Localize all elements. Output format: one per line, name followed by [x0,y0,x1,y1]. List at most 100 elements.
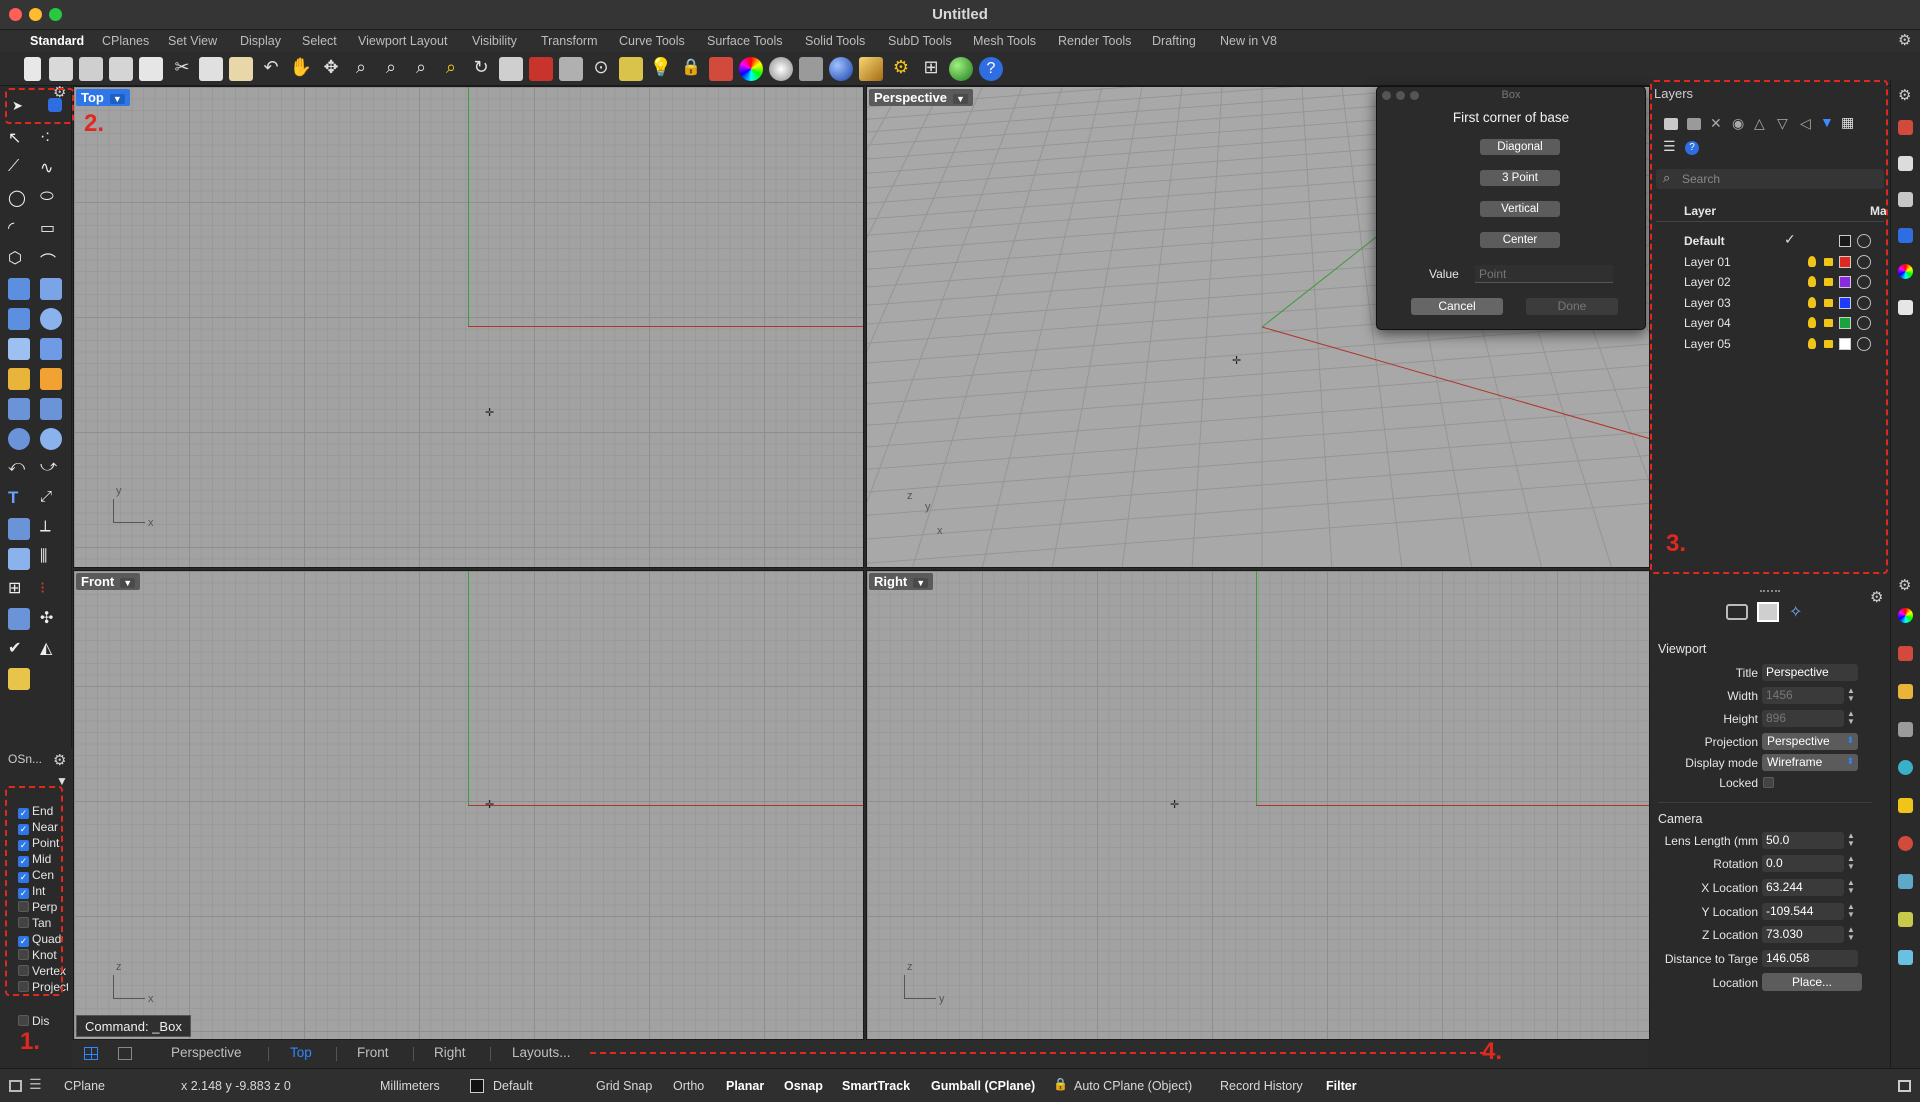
mesh-icon[interactable] [8,368,30,390]
ellipse-icon[interactable]: ⬭ [40,188,62,210]
panel-resize-handle[interactable] [1760,590,1780,593]
smarttrack-toggle[interactable]: SmartTrack [842,1079,910,1093]
auto-cplane-toggle[interactable]: Auto CPlane (Object) [1074,1079,1192,1093]
cut-icon[interactable]: ✂ [170,57,194,81]
list-icon[interactable]: ☰ [29,1076,42,1093]
extrude-icon[interactable] [40,338,62,360]
chevron-down-icon[interactable]: ▼ [953,94,968,104]
surface-edge-icon[interactable] [40,278,62,300]
tab-drafting[interactable]: Drafting [1152,34,1196,48]
fullscreen-toggle-icon[interactable] [1898,1080,1911,1092]
tab-curve-tools[interactable]: Curve Tools [619,34,685,48]
render-icon[interactable] [859,57,883,81]
right-strip-gear-icon[interactable]: ⚙ [1898,86,1911,104]
save-icon[interactable] [79,57,103,81]
cplane-indicator[interactable]: CPlane [64,1079,105,1093]
layout-icon[interactable]: ⫼ [40,548,62,570]
tab-viewport-layout[interactable]: Viewport Layout [358,34,447,48]
check-icon[interactable]: ✔ [8,638,30,660]
ortho-toggle[interactable]: Ortho [673,1079,704,1093]
osnap-gear-icon[interactable]: ⚙ [53,751,66,769]
camera-tab-icon[interactable] [1726,604,1748,620]
camera-icon[interactable]: ◭ [40,638,62,660]
offset-icon[interactable]: ⤺ [8,458,30,480]
sphere-solid-icon[interactable] [40,308,62,330]
current-layer-swatch[interactable] [470,1079,484,1093]
viewport-title-right[interactable]: Right ▼ [869,573,934,590]
trim-icon[interactable] [8,398,30,420]
tab-set-view[interactable]: Set View [168,34,217,48]
width-field[interactable]: 1456 [1762,687,1844,704]
tab-surface-tools[interactable]: Surface Tools [707,34,783,48]
planar-toggle[interactable]: Planar [726,1079,764,1093]
y-location-field[interactable]: -109.544 [1762,903,1844,920]
globe-icon[interactable] [949,57,973,81]
command-line[interactable]: Command: _Box [76,1015,191,1037]
tab-visibility[interactable]: Visibility [472,34,517,48]
tab-new-in-v8[interactable]: New in V8 [1220,34,1277,48]
title-field[interactable]: Perspective [1762,664,1858,681]
camera-tab-icon[interactable] [1898,722,1913,737]
paint-icon[interactable] [8,668,30,690]
new-file-icon[interactable] [24,57,41,81]
render-box-icon[interactable] [8,548,30,570]
zoom-icon[interactable]: ⌕ [349,57,373,81]
height-stepper-icon[interactable]: ▲ ▼ [1846,710,1856,726]
height-field[interactable]: 896 [1762,710,1844,727]
sidebar-toggle-icon[interactable] [9,1080,22,1092]
viewport-title-top[interactable]: Top ▼ [76,89,130,106]
circle-icon[interactable]: ◯ [8,188,30,210]
surface-icon[interactable] [8,278,30,300]
tab-display[interactable]: Display [240,34,281,48]
z-location-field[interactable]: 73.030 [1762,926,1844,943]
viewport-title-front[interactable]: Front ▼ [76,573,141,590]
filter-toggle[interactable]: Filter [1326,1079,1357,1093]
y-location-stepper-icon[interactable]: ▲ ▼ [1846,903,1856,919]
option-center-button[interactable]: Center [1480,232,1560,248]
tab-transform[interactable]: Transform [541,34,598,48]
rectangle-icon[interactable]: ▭ [40,218,62,240]
chevron-down-icon[interactable]: ▼ [120,578,136,588]
car-render-icon[interactable] [529,57,553,81]
lens-stepper-icon[interactable]: ▲ ▼ [1846,832,1856,848]
shade-icon[interactable] [769,57,793,81]
help-icon[interactable]: ? [979,57,1003,81]
option-3-point-button[interactable]: 3 Point [1480,170,1560,186]
group-icon[interactable] [40,428,62,450]
scale-icon[interactable]: ⤢ [40,488,62,510]
osnap-toggle[interactable]: Osnap [784,1079,823,1093]
viewport-top[interactable]: ✛ y x Top ▼ [73,86,864,568]
box-solid-icon[interactable] [8,308,30,330]
zoom-extents-icon[interactable]: ⌕ [409,57,433,81]
light-bulb-icon[interactable]: 💡 [649,57,673,81]
analyze-icon[interactable] [8,608,30,630]
copy-icon[interactable] [199,57,223,81]
dimension-icon[interactable]: ⊞ [919,57,943,81]
four-viewport-layout-icon[interactable] [84,1047,98,1060]
texture-tab-icon[interactable] [1898,912,1913,927]
locked-checkbox[interactable] [1763,777,1774,788]
four-views-icon[interactable] [499,57,523,81]
notes-tab-icon[interactable] [1898,300,1913,315]
viewport-title-perspective[interactable]: Perspective ▼ [869,89,973,106]
tab-mesh-tools[interactable]: Mesh Tools [973,34,1036,48]
tab-front[interactable]: Front [357,1045,389,1060]
display-mode-select[interactable]: Wireframe ⬍ [1762,754,1858,771]
z-location-stepper-icon[interactable]: ▲ ▼ [1846,926,1856,942]
zoom-window-icon[interactable]: ⌕ [379,57,403,81]
place-button[interactable]: Place... [1762,973,1862,991]
gumball-toggle[interactable]: Gumball (CPlane) [931,1079,1035,1093]
properties-gear-icon[interactable]: ⚙ [1870,588,1883,606]
undo-view-icon[interactable]: ↻ [469,57,493,81]
polyline-icon[interactable]: ⟋ [8,158,30,180]
display-tab-icon[interactable] [1898,192,1913,207]
chevron-down-icon[interactable]: ▼ [913,578,929,588]
tab-select[interactable]: Select [302,34,337,48]
x-location-stepper-icon[interactable]: ▲ ▼ [1846,879,1856,895]
tab-standard[interactable]: Standard [30,34,84,48]
lock-icon[interactable]: 🔒 [1053,1077,1068,1091]
tab-solid-tools[interactable]: Solid Tools [805,34,865,48]
grid-icon[interactable]: ⊞ [8,578,30,600]
width-stepper-icon[interactable]: ▲ ▼ [1846,687,1856,703]
properties-tab-icon[interactable] [1898,156,1913,171]
